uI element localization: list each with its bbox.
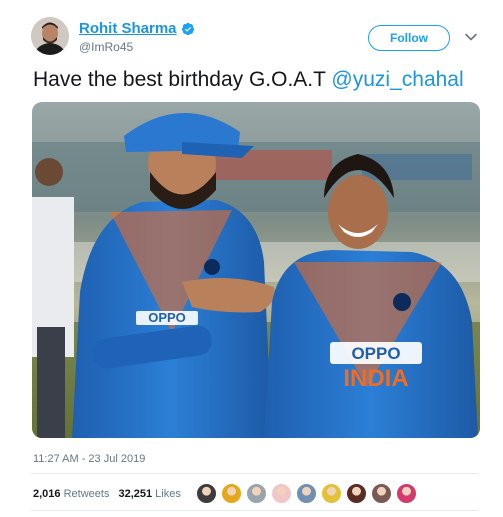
author-handle[interactable]: @ImRo45 — [79, 40, 133, 54]
divider-top — [31, 473, 479, 474]
tweet-timestamp[interactable]: 11:27 AM - 23 Jul 2019 — [33, 453, 145, 465]
liker-avatar[interactable] — [346, 483, 367, 504]
author-avatar[interactable] — [31, 17, 69, 55]
tweet-photo[interactable]: OPPO OPPO INDIA — [32, 102, 480, 438]
tweet-card: Rohit Sharma @ImRo45 Follow Have the bes… — [0, 0, 503, 517]
right-jersey-country: INDIA — [343, 365, 408, 392]
liker-avatar[interactable] — [396, 483, 417, 504]
likes-label: Likes — [155, 488, 181, 500]
mention-link[interactable]: @yuzi_chahal — [331, 68, 463, 91]
liker-avatar[interactable] — [196, 483, 217, 504]
likes-count: 32,251 — [118, 488, 153, 500]
tweet-text: Have the best birthday G.O.A.T @yuzi_cha… — [33, 68, 464, 92]
retweets-label: Retweets — [63, 488, 110, 500]
profile-photo-icon — [31, 17, 69, 55]
tweet-body-text: Have the best birthday G.O.A.T — [33, 68, 332, 91]
liker-avatar[interactable] — [296, 483, 317, 504]
liker-avatar[interactable] — [221, 483, 242, 504]
retweets-stat[interactable]: 2,016 Retweets — [33, 488, 109, 500]
chevron-down-icon[interactable] — [463, 29, 479, 45]
liker-avatar[interactable] — [371, 483, 392, 504]
right-jersey-sponsor: OPPO — [351, 344, 400, 363]
liker-avatar[interactable] — [321, 483, 342, 504]
verified-badge-icon — [181, 22, 194, 35]
liker-avatar[interactable] — [246, 483, 267, 504]
likes-stat[interactable]: 32,251 Likes — [118, 488, 180, 500]
follow-button[interactable]: Follow — [368, 25, 450, 51]
author-name-row: Rohit Sharma — [79, 20, 195, 37]
left-jersey-sponsor: OPPO — [148, 310, 186, 325]
retweets-count: 2,016 — [33, 488, 61, 500]
author-display-name[interactable]: Rohit Sharma — [79, 20, 177, 37]
tweet-stats: 2,016 Retweets 32,251 Likes — [33, 488, 181, 500]
liker-avatars — [196, 483, 417, 504]
cricket-players-photo: OPPO OPPO INDIA — [32, 102, 480, 438]
liker-avatar[interactable] — [271, 483, 292, 504]
divider-bottom — [31, 510, 479, 511]
